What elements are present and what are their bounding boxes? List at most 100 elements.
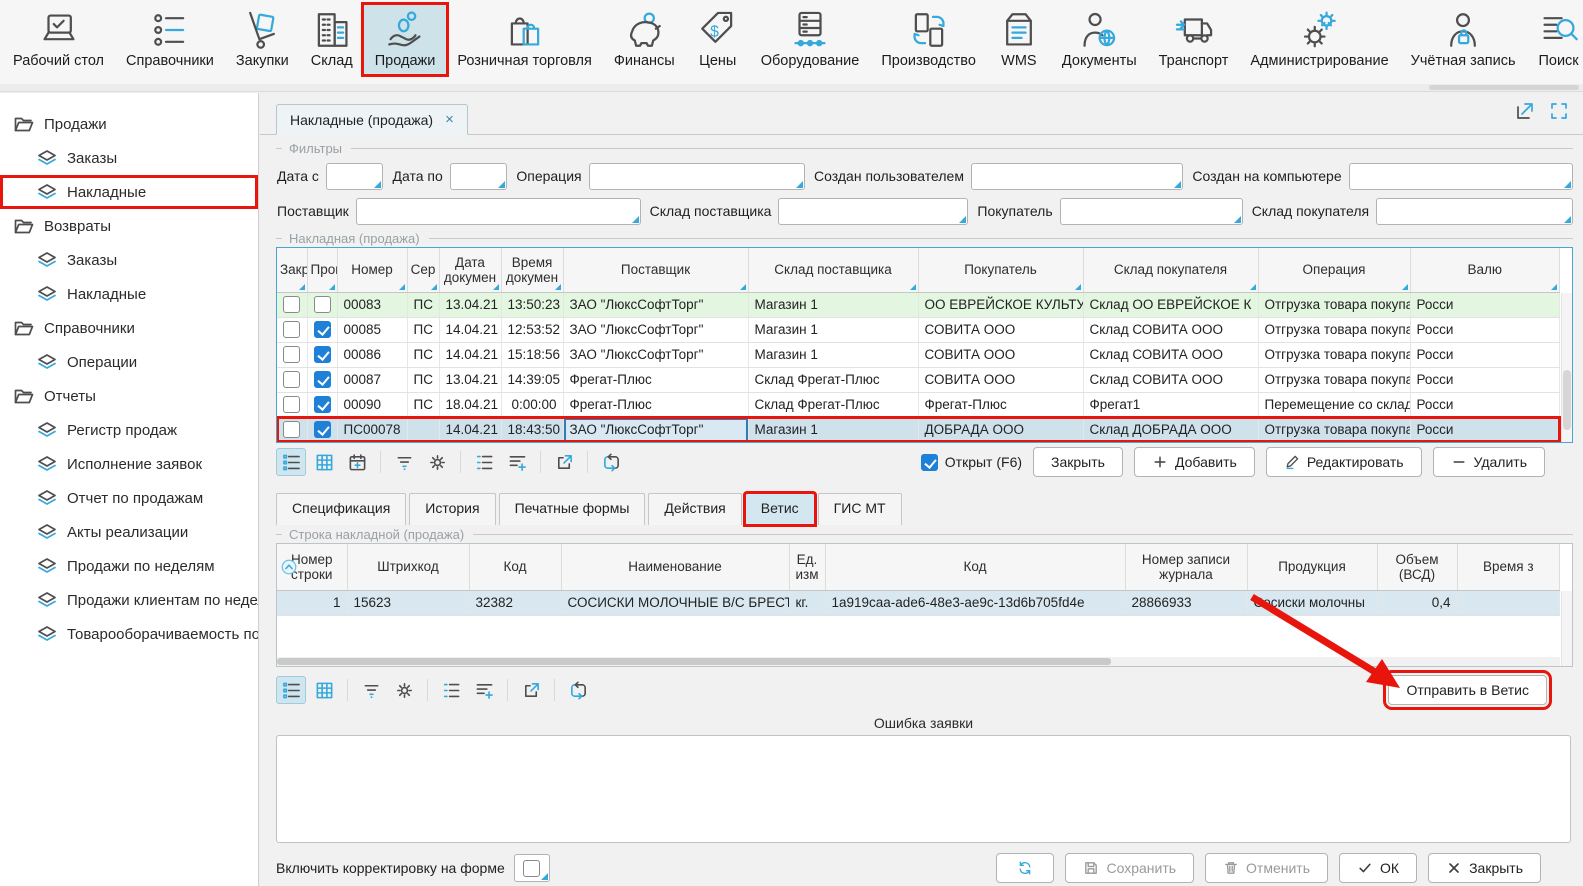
buyer-warehouse-input[interactable]	[1377, 199, 1572, 224]
error-text-area[interactable]	[276, 735, 1571, 843]
add-row-button[interactable]	[469, 676, 499, 704]
correction-checkbox-field[interactable]	[514, 854, 550, 882]
invoice-cell[interactable]: СОВИТА ООО	[918, 367, 1083, 392]
invoice-cell[interactable]: Фрегат1	[1083, 392, 1258, 417]
scrollbar-thumb[interactable]	[277, 658, 1111, 665]
invoice-cell[interactable]: 14.04.21	[439, 317, 501, 342]
spec-row[interactable]: 11562332382СОСИСКИ МОЛОЧНЫЕ В/С БРЕСТ 1к…	[277, 590, 1560, 615]
closed-cell[interactable]	[277, 317, 307, 342]
toolbar-item-retail[interactable]: Розничная торговля	[446, 5, 603, 74]
invoice-cell[interactable]: 00090	[337, 392, 407, 417]
invoice-cell[interactable]: 12:53:52	[501, 317, 563, 342]
column-header[interactable]: Сер	[407, 248, 439, 292]
column-header[interactable]: Время з	[1457, 544, 1560, 590]
sidebar-item-sales-orders[interactable]: Заказы	[0, 141, 258, 175]
settings-button[interactable]	[422, 448, 452, 476]
open-external-button[interactable]	[549, 448, 579, 476]
invoice-cell[interactable]: 13.04.21	[439, 367, 501, 392]
invoice-row[interactable]: 00090ПС18.04.210:00:00Фрегат-ПлюсСклад Ф…	[277, 392, 1560, 417]
toolbar-item-wms[interactable]: WMS	[987, 5, 1051, 74]
invoice-cell[interactable]: 18:43:50	[501, 417, 563, 442]
invoice-cell[interactable]: Росси	[1410, 367, 1560, 392]
closed-cell[interactable]	[277, 392, 307, 417]
invoice-cell[interactable]: ОО ЕВРЕЙСКОЕ КУЛЬТУ	[918, 292, 1083, 317]
spec-cell[interactable]: СОСИСКИ МОЛОЧНЫЕ В/С БРЕСТ 1	[561, 590, 789, 615]
invoice-cell[interactable]: Отгрузка товара покупателю	[1258, 342, 1410, 367]
toolbar-item-purchases[interactable]: Закупки	[225, 5, 300, 74]
toolbar-item-sales[interactable]: Продажи	[364, 5, 447, 74]
invoice-cell[interactable]: 00083	[337, 292, 407, 317]
spec-cell[interactable]: Сосиски молочны	[1247, 590, 1377, 615]
sidebar-item-sales-invoices[interactable]: Накладные	[0, 175, 258, 209]
invoice-cell[interactable]: ПС	[407, 342, 439, 367]
invoice-cell[interactable]: 14.04.21	[439, 342, 501, 367]
sidebar-item-operations[interactable]: Операции	[0, 345, 258, 379]
invoice-cell[interactable]: Магазин 1	[748, 292, 918, 317]
toolbar-item-warehouse[interactable]: Склад	[300, 5, 364, 74]
column-header[interactable]: Код	[469, 544, 561, 590]
invoice-cell[interactable]: Магазин 1	[748, 342, 918, 367]
sidebar-item-order-fulfillment[interactable]: Исполнение заявок	[0, 447, 258, 481]
checkbox[interactable]	[314, 421, 331, 438]
sidebar-folder-sales[interactable]: Продажи	[0, 107, 258, 141]
invoice-cell[interactable]: ЗАО "ЛюксСофтТорг"	[563, 317, 748, 342]
grid-button[interactable]	[309, 676, 339, 704]
scrollbar-thumb[interactable]	[1429, 85, 1579, 90]
column-header[interactable]: Ед. изм	[789, 544, 825, 590]
sidebar-item-sales-by-week[interactable]: Продажи по неделям	[0, 549, 258, 583]
invoice-cell[interactable]: 14:39:05	[501, 367, 563, 392]
maximize-icon[interactable]	[1549, 101, 1569, 121]
invoice-cell[interactable]: 18.04.21	[439, 392, 501, 417]
invoice-cell[interactable]	[407, 417, 439, 442]
tab-specification[interactable]: Спецификация	[276, 493, 406, 525]
invoice-cell[interactable]: Перемещение со склада на магазин	[1258, 392, 1410, 417]
column-header[interactable]: Штрихкод	[347, 544, 469, 590]
invoice-cell[interactable]: 14.04.21	[439, 417, 501, 442]
invoice-cell[interactable]: ПС	[407, 292, 439, 317]
date-to-input[interactable]	[451, 164, 507, 189]
refresh-button[interactable]	[996, 853, 1054, 883]
open-external-button[interactable]	[516, 676, 546, 704]
send-to-vetis-button[interactable]: Отправить в Ветис	[1388, 675, 1547, 705]
invoice-cell[interactable]: ПС00078	[337, 417, 407, 442]
created-on-computer-input[interactable]	[1350, 164, 1572, 189]
column-header[interactable]: Номер записи журнала	[1125, 544, 1247, 590]
invoice-row[interactable]: 00086ПС14.04.2115:18:56ЗАО "ЛюксСофтТорг…	[277, 342, 1560, 367]
spec-cell[interactable]: 0,4	[1377, 590, 1457, 615]
invoice-cell[interactable]: 15:18:56	[501, 342, 563, 367]
invoice-cell[interactable]: ДОБРАДА ООО	[918, 417, 1083, 442]
invoice-cell[interactable]: Фрегат-Плюс	[563, 367, 748, 392]
invoice-cell[interactable]: Склад ДОБРАДА ООО	[1083, 417, 1258, 442]
grid-button[interactable]	[309, 448, 339, 476]
toolbar-item-search[interactable]: Поиск	[1527, 5, 1583, 74]
operation-input[interactable]	[590, 164, 804, 189]
toolbar-item-production[interactable]: Производство	[870, 5, 987, 74]
invoice-cell[interactable]: Склад СОВИТА ООО	[1083, 342, 1258, 367]
sidebar-item-turnover[interactable]: Товарооборачиваемость по п	[0, 617, 258, 651]
column-header[interactable]: Закр	[277, 248, 307, 292]
column-header[interactable]: Код	[825, 544, 1125, 590]
buyer-input[interactable]	[1061, 199, 1242, 224]
scrollbar-thumb[interactable]	[1563, 370, 1571, 430]
sidebar-item-returns-orders[interactable]: Заказы	[0, 243, 258, 277]
invoice-cell[interactable]: Склад Фрегат-Плюс	[748, 392, 918, 417]
sidebar-folder-reports[interactable]: Отчеты	[0, 379, 258, 413]
column-header[interactable]: Номер строки	[277, 544, 347, 590]
proved-cell[interactable]	[307, 367, 337, 392]
sidebar-folder-directories[interactable]: Справочники	[0, 311, 258, 345]
sidebar-folder-returns[interactable]: Возвраты	[0, 209, 258, 243]
close-button[interactable]: Закрыть	[1428, 853, 1541, 883]
edit-button[interactable]: Редактировать	[1266, 447, 1422, 477]
list-view-button[interactable]	[276, 676, 306, 704]
invoice-cell[interactable]: 0:00:00	[501, 392, 563, 417]
invoice-cell[interactable]: 13.04.21	[439, 292, 501, 317]
column-header[interactable]: Операция	[1258, 248, 1410, 292]
invoice-cell[interactable]: Росси	[1410, 317, 1560, 342]
checkbox[interactable]	[283, 371, 300, 388]
calendar-button[interactable]	[342, 448, 372, 476]
invoice-cell[interactable]: Магазин 1	[748, 317, 918, 342]
spec-cell[interactable]: 15623	[347, 590, 469, 615]
checkbox[interactable]	[314, 296, 331, 313]
checkbox[interactable]	[283, 421, 300, 438]
spec-vertical-scrollbar[interactable]	[1561, 591, 1572, 666]
